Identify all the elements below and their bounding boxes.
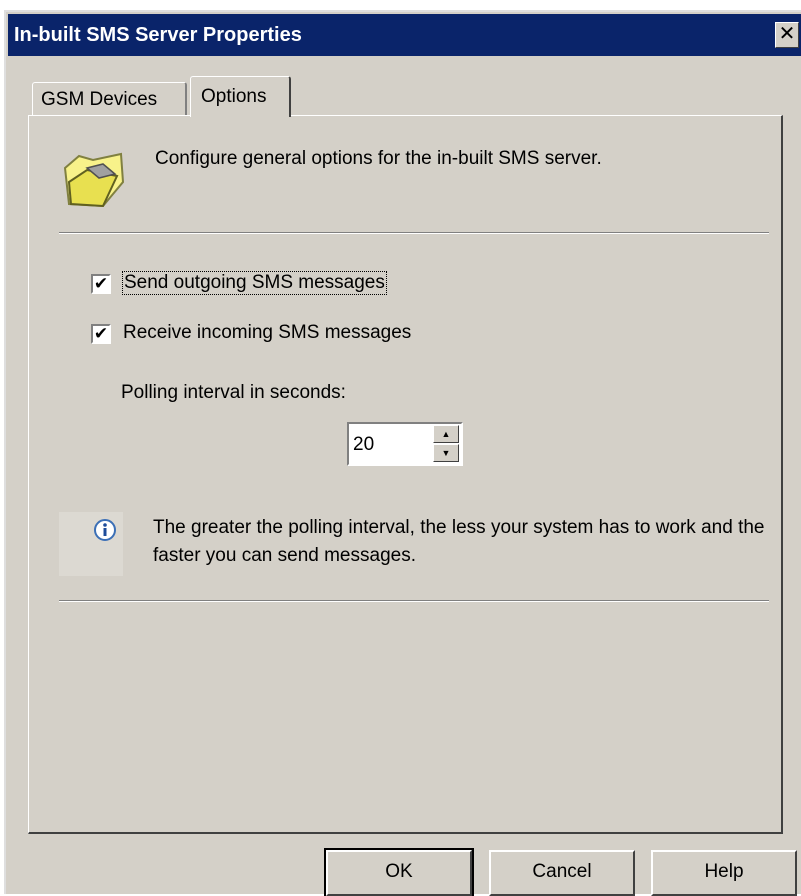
- tab-gsm-devices-label: GSM Devices: [41, 89, 158, 110]
- send-outgoing-label[interactable]: Send outgoing SMS messages: [122, 271, 387, 295]
- header-description: Configure general options for the in-bui…: [155, 148, 602, 169]
- cancel-button[interactable]: Cancel: [489, 850, 635, 896]
- close-icon: ✕: [778, 23, 796, 45]
- properties-dialog: In-built SMS Server Properties ✕ GSM Dev…: [4, 10, 801, 896]
- options-panel: Configure general options for the in-bui…: [28, 115, 783, 834]
- tab-options[interactable]: Options: [190, 76, 291, 117]
- send-outgoing-checkbox[interactable]: ✔: [91, 274, 111, 294]
- separator-top: [59, 232, 769, 234]
- polling-interval-value[interactable]: 20: [353, 434, 374, 456]
- folder-icon: [63, 152, 125, 208]
- checkmark-icon: ✔: [93, 324, 109, 343]
- spin-down-button[interactable]: ▼: [433, 444, 459, 462]
- arrow-down-icon: ▼: [441, 448, 451, 458]
- arrow-up-icon: ▲: [441, 429, 451, 439]
- separator-bottom: [59, 600, 769, 602]
- receive-incoming-label[interactable]: Receive incoming SMS messages: [123, 322, 411, 344]
- spin-up-button[interactable]: ▲: [433, 425, 459, 443]
- help-button[interactable]: Help: [651, 850, 797, 896]
- tab-options-label: Options: [201, 86, 267, 107]
- checkmark-icon: ✔: [93, 274, 109, 293]
- close-button[interactable]: ✕: [775, 22, 799, 48]
- info-message: The greater the polling interval, the le…: [153, 517, 765, 566]
- tab-gsm-devices[interactable]: GSM Devices: [32, 82, 187, 116]
- polling-interval-label: Polling interval in seconds:: [121, 382, 346, 403]
- polling-interval-spinner[interactable]: 20 ▲ ▼: [347, 422, 463, 466]
- receive-incoming-checkbox[interactable]: ✔: [91, 324, 111, 344]
- info-icon: [94, 519, 116, 541]
- title-bar: In-built SMS Server Properties ✕: [8, 14, 801, 56]
- ok-button[interactable]: OK: [324, 848, 474, 896]
- window-title: In-built SMS Server Properties: [14, 24, 302, 46]
